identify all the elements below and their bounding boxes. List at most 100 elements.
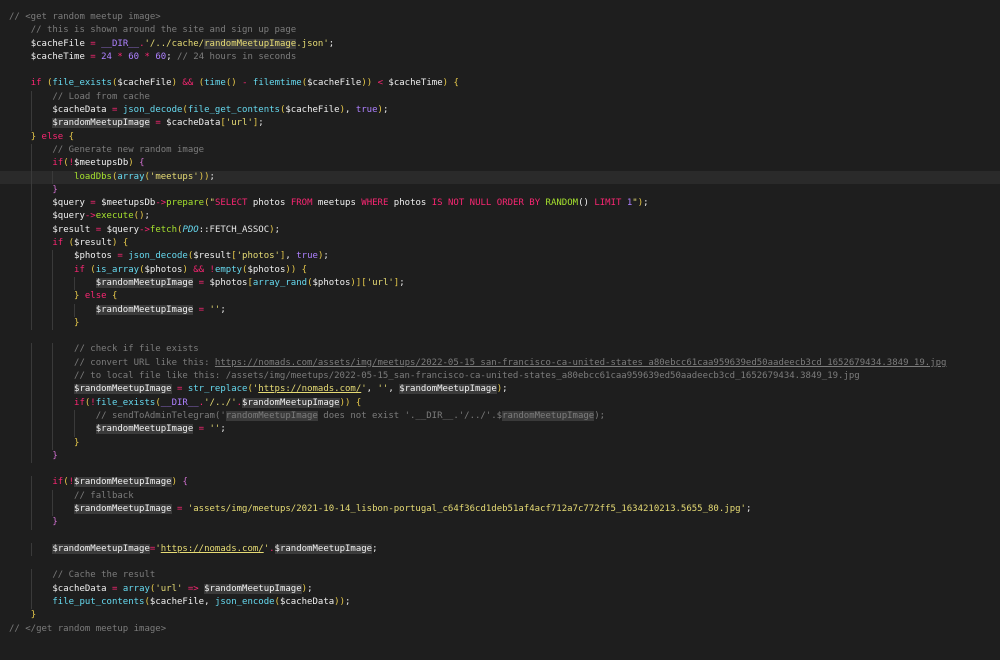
indent-guide — [30, 396, 32, 410]
token-comment: // </get random meetup image> — [9, 623, 167, 634]
code-line[interactable]: } — [0, 609, 1000, 622]
token-bracket: )) — [334, 597, 345, 608]
code-line[interactable]: if(!file_exists(__DIR__.'/../'.$randomMe… — [0, 396, 1000, 410]
token-operator: = — [106, 583, 123, 594]
code-line[interactable]: file_put_contents($cacheFile, json_encod… — [0, 596, 1000, 610]
token-bracket: )) — [361, 78, 373, 89]
token-function-name: file_put_contents — [52, 597, 145, 608]
token-punctuation: ; — [643, 198, 649, 209]
code-line[interactable] — [0, 64, 1000, 77]
token-bracket: { — [301, 264, 308, 275]
code-line[interactable]: // <get random meetup image> — [0, 11, 1000, 24]
indent-guide — [30, 197, 32, 211]
indent-guide — [30, 383, 32, 397]
code-line[interactable]: // fallback — [0, 489, 1000, 503]
token-variable: $photos — [74, 251, 112, 262]
code-line[interactable]: if (file_exists($cacheFile) && (time() -… — [0, 77, 1000, 90]
code-line[interactable]: if ($result) { — [0, 237, 1000, 251]
code-line[interactable]: // Load from cache — [0, 90, 1000, 105]
code-line[interactable]: $randomMeetupImage = ''; — [0, 303, 1000, 317]
code-line[interactable]: $result = $query->fetch(PDO::FETCH_ASSOC… — [0, 223, 1000, 238]
token-punctuation: ; — [328, 38, 335, 49]
token-function-name: file_exists — [95, 397, 156, 408]
code-line[interactable]: } else { — [0, 131, 1000, 144]
code-line[interactable]: } — [0, 316, 1000, 331]
code-line[interactable]: $randomMeetupImage = $cacheData['url']; — [0, 117, 1000, 131]
code-line[interactable]: $randomMeetupImage = $photos[array_rand(… — [0, 276, 1000, 291]
token-keyword: FROM — [290, 198, 313, 209]
code-line[interactable]: $randomMeetupImage='https://nomads.com/'… — [0, 542, 1000, 557]
code-line[interactable] — [0, 530, 1000, 543]
token-variable: $photos — [247, 264, 286, 275]
code-line[interactable]: $cacheData = array('url' => $randomMeetu… — [0, 582, 1000, 597]
code-line[interactable]: // Cache the result — [0, 569, 1000, 583]
code-line[interactable]: if(!$randomMeetupImage) { — [0, 476, 1000, 490]
token-comment-highlight: randomMeetupImage — [502, 410, 595, 421]
token-bracket: { — [453, 78, 459, 89]
code-line[interactable]: // sendToAdminTelegram('randomMeetupImag… — [0, 409, 1000, 424]
indent-guide — [30, 569, 32, 583]
token-string: 'meetups' — [149, 171, 199, 182]
code-line[interactable]: $photos = json_decode($result['photos'],… — [0, 250, 1000, 264]
code-line[interactable]: } — [0, 436, 1000, 450]
token-operator: = — [193, 304, 210, 315]
code-line[interactable] — [0, 330, 1000, 343]
token-operator: = — [171, 384, 188, 395]
code-line[interactable]: $randomMeetupImage = 'assets/img/meetups… — [0, 502, 1000, 517]
code-line[interactable]: loadDbs(array('meetups')); — [0, 170, 1000, 184]
code-editor[interactable]: // <get random meetup image> // this is … — [0, 0, 1000, 660]
code-line[interactable]: } — [0, 183, 1000, 198]
indent-guide — [30, 237, 32, 251]
code-line[interactable]: $randomMeetupImage = str_replace('https:… — [0, 383, 1000, 397]
code-line[interactable]: $query->execute(); — [0, 210, 1000, 224]
token-operator: && — [177, 78, 199, 89]
code-line[interactable]: $cacheData = json_decode(file_get_conten… — [0, 104, 1000, 118]
code-line[interactable]: $query = $meetupsDb->prepare("SELECT pho… — [0, 197, 1000, 211]
token-string-link: https://nomads.com/ — [160, 543, 264, 554]
code-line[interactable]: // to local file like this: /assets/img/… — [0, 370, 1000, 384]
code-line[interactable]: // check if file exists — [0, 343, 1000, 357]
indent-guide — [52, 436, 54, 450]
token-bracket: } — [74, 317, 80, 328]
code-line[interactable]: // this is shown around the site and sig… — [0, 24, 1000, 37]
code-line[interactable]: } — [0, 516, 1000, 530]
indent-guide — [30, 316, 32, 331]
token-operator: && ! — [187, 264, 215, 275]
token-constant: 60 — [128, 51, 140, 62]
code-line[interactable] — [0, 463, 1000, 476]
token-punctuation: ; — [166, 51, 178, 62]
token-comment: // check if file exists — [74, 344, 199, 355]
token-constant: 60 — [155, 51, 167, 62]
token-string: '' — [209, 424, 221, 435]
code-line[interactable]: if(!$meetupsDb) { — [0, 157, 1000, 171]
token-operator: -> — [84, 211, 96, 222]
token-constant: true — [355, 105, 378, 116]
code-line[interactable]: // Generate new random image — [0, 143, 1000, 158]
code-line[interactable]: } — [0, 449, 1000, 464]
code-line[interactable]: } else { — [0, 290, 1000, 304]
indent-guide — [52, 343, 54, 357]
indent-guide — [52, 489, 54, 503]
token-punctuation: ; — [220, 424, 226, 435]
code-line[interactable] — [0, 556, 1000, 569]
indent-guide — [52, 303, 54, 317]
indent-guide — [30, 436, 32, 450]
token-variable: $cacheData — [166, 118, 221, 129]
token-keyword: SELECT — [214, 198, 248, 209]
code-line[interactable]: // convert URL like this: https://nomads… — [0, 356, 1000, 371]
code-line[interactable]: $randomMeetupImage = ''; — [0, 423, 1000, 437]
token-function-name: array_rand — [252, 277, 308, 288]
token-bracket: )) — [339, 397, 351, 408]
indent-guide — [30, 343, 32, 357]
token-operator: = — [84, 198, 102, 209]
code-line[interactable]: // </get random meetup image> — [0, 623, 1000, 636]
token-operator: = — [90, 224, 107, 235]
code-line[interactable]: if (is_array($photos) && !empty($photos)… — [0, 263, 1000, 277]
code-line[interactable]: $cacheTime = 24 * 60 * 60; // 24 hours i… — [0, 51, 1000, 64]
token-bracket: { — [139, 158, 145, 169]
code-line[interactable]: $cacheFile = __DIR__.'/../cache/randomMe… — [0, 38, 1000, 51]
